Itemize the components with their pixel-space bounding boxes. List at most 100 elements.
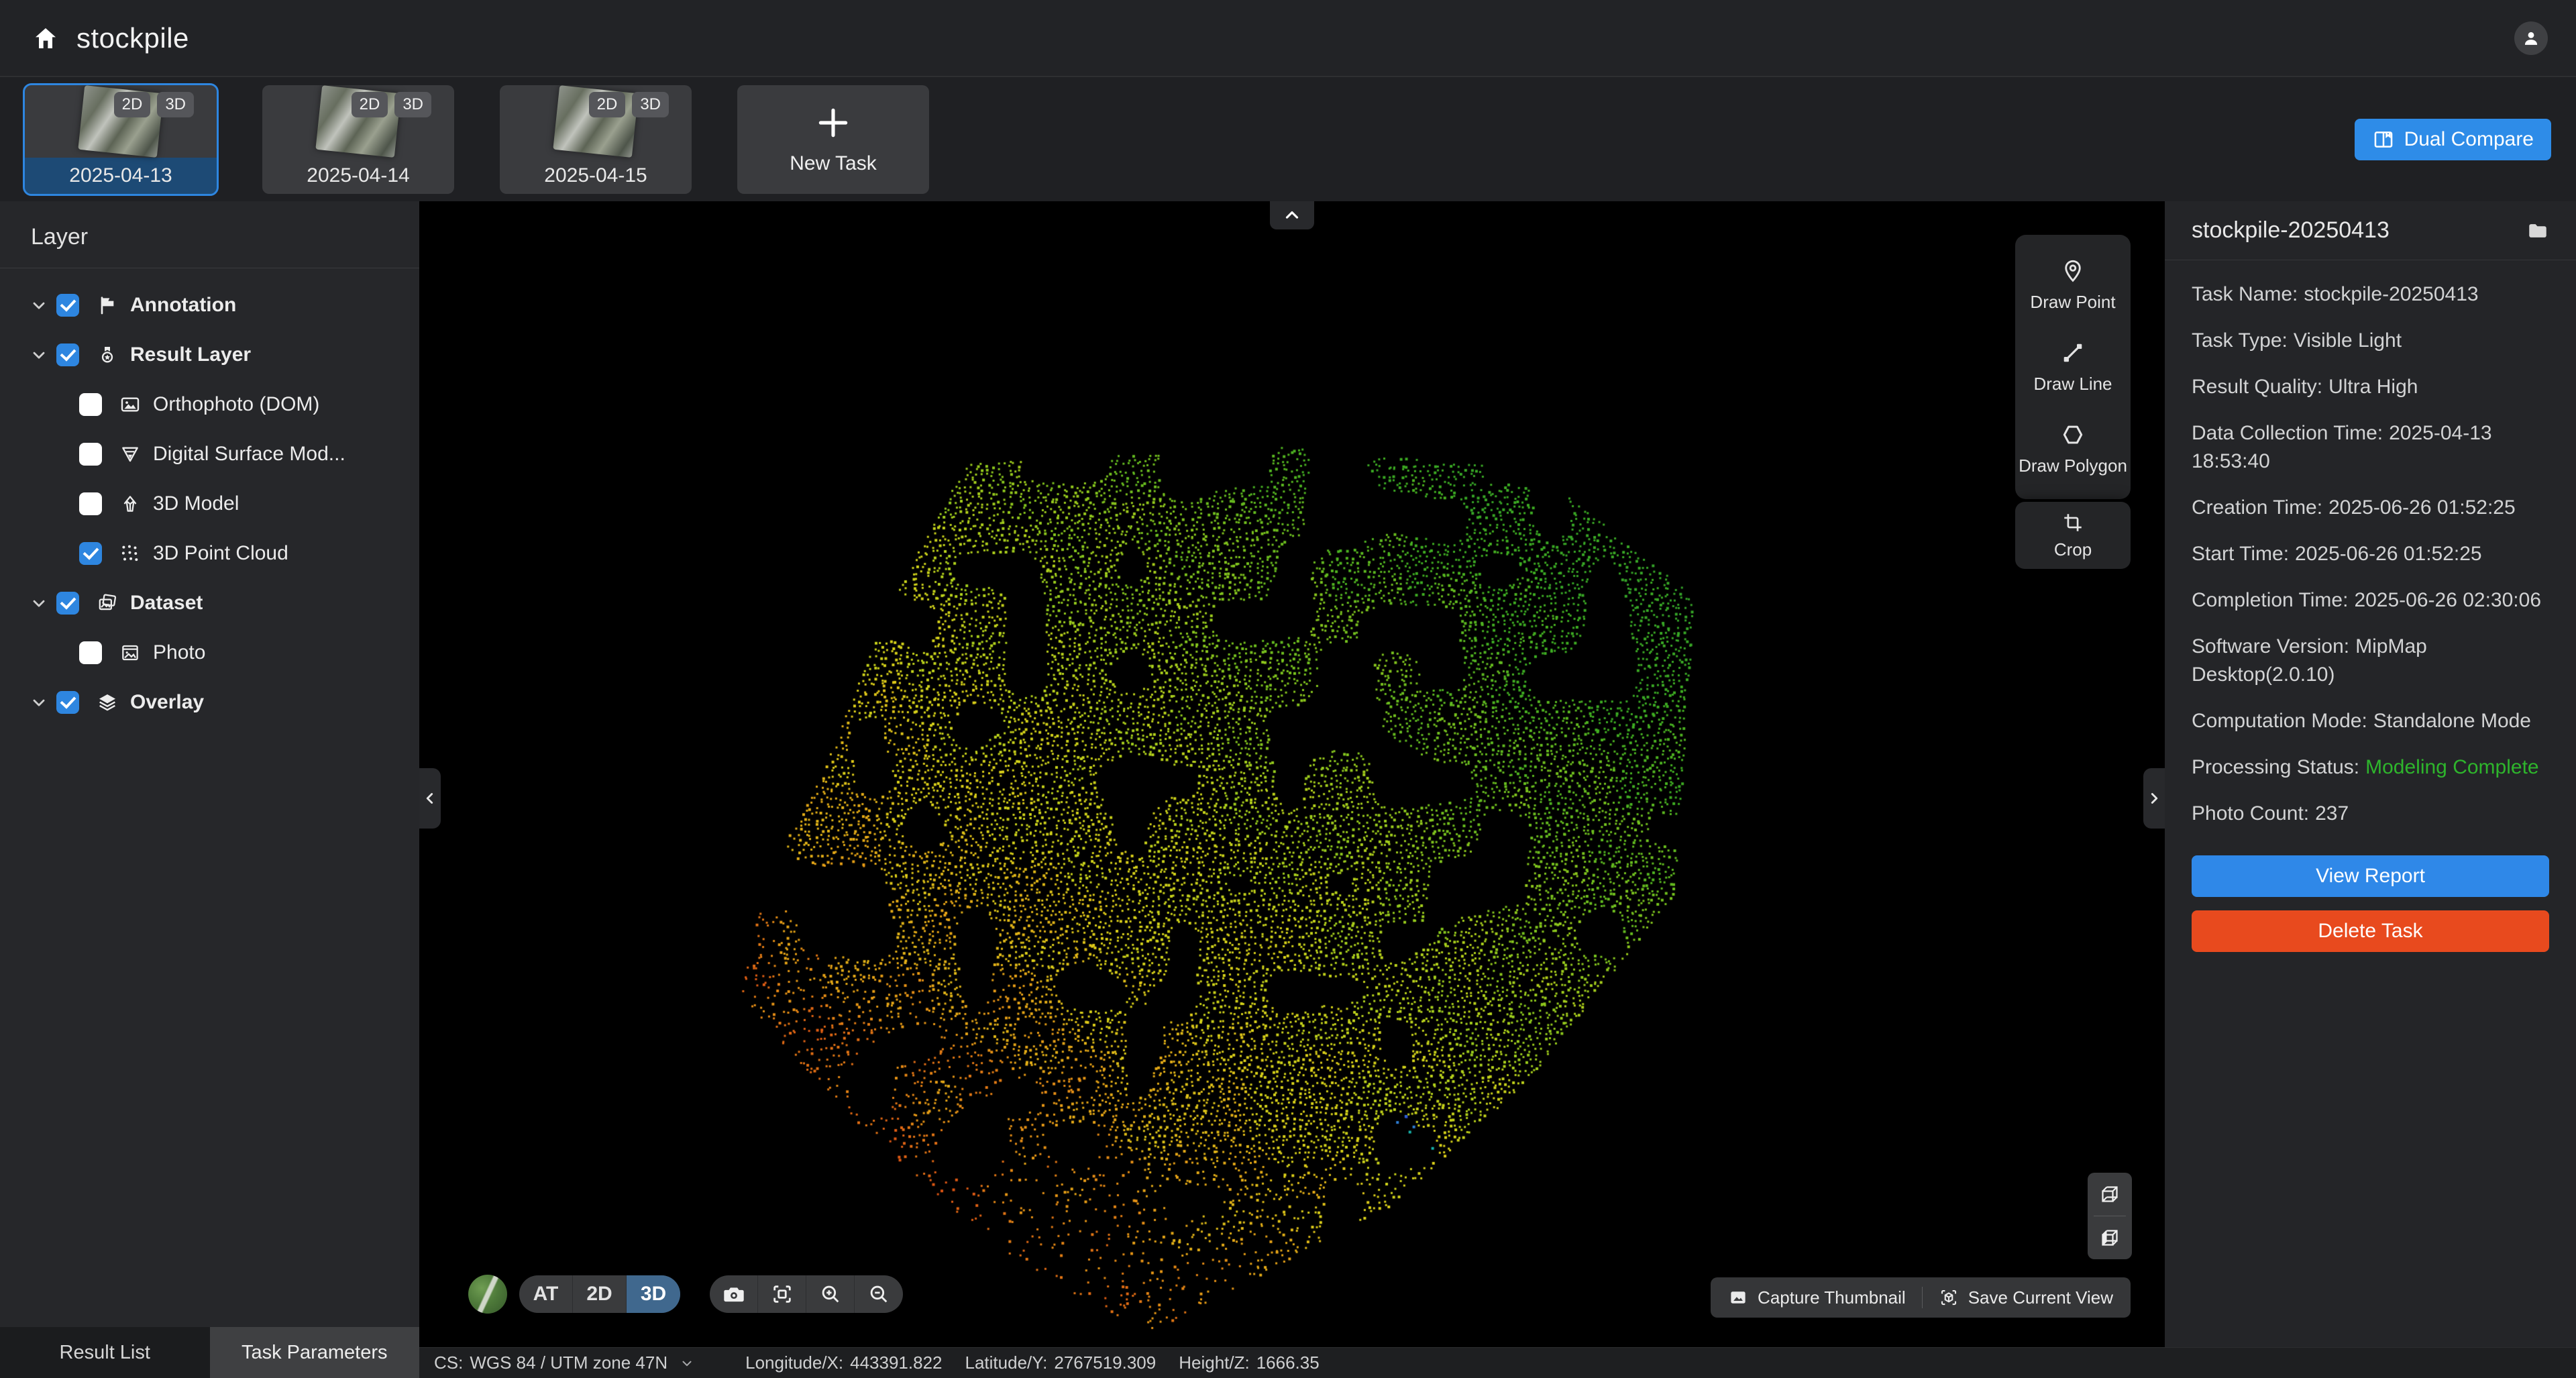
layer-item-result-layer[interactable]: Result Layer: [0, 330, 419, 380]
height-value: 1666.35: [1256, 1353, 1320, 1373]
draw-line-label: Draw Line: [2033, 374, 2112, 394]
chevron-down-icon[interactable]: [30, 346, 56, 364]
task-panel-header: stockpile-20250413: [2165, 201, 2576, 260]
screenshot-button[interactable]: [710, 1275, 758, 1313]
task-card-2025-04-13[interactable]: 2D 3D 2025-04-13: [25, 85, 217, 194]
dual-compare-button[interactable]: Dual Compare: [2355, 119, 2551, 160]
user-avatar-button[interactable]: [2514, 21, 2548, 55]
field-data-collection-time: Data Collection Time:2025-04-13 18:53:40: [2192, 419, 2549, 476]
checkbox-overlay[interactable]: [56, 691, 79, 714]
layer-item-photo[interactable]: Photo: [0, 628, 419, 678]
field-computation-mode: Computation Mode:Standalone Mode: [2192, 707, 2549, 735]
crop-icon: [2061, 511, 2084, 534]
zoom-in-icon: [819, 1283, 842, 1306]
tab-result-list[interactable]: Result List: [0, 1327, 210, 1378]
line-icon: [2060, 340, 2086, 366]
mode-at-button[interactable]: AT: [519, 1275, 573, 1313]
field-software-version: Software Version:MipMap Desktop(2.0.10): [2192, 633, 2549, 689]
layer-item-dataset[interactable]: Dataset: [0, 578, 419, 628]
layers-icon: [93, 692, 122, 713]
chevron-up-icon: [1282, 205, 1302, 225]
layer-tree: Annotation Result Layer Orthophoto (DOM): [0, 268, 419, 1327]
map-pin-icon: [2060, 258, 2086, 284]
flag-icon: [93, 295, 122, 316]
task-bar: 2D 3D 2025-04-13 2D 3D 2025-04-14 2D 3D …: [0, 77, 2576, 201]
task-card-2025-04-15[interactable]: 2D 3D 2025-04-15: [500, 85, 692, 194]
layer-item-overlay[interactable]: Overlay: [0, 678, 419, 727]
image-icon: [1728, 1287, 1748, 1308]
chevron-down-icon[interactable]: [30, 594, 56, 613]
viewer-toolbar: AT 2D 3D: [468, 1275, 903, 1314]
save-current-view-button[interactable]: Save Current View: [1939, 1287, 2113, 1308]
collapse-sidebar-button[interactable]: [419, 768, 441, 829]
task-date: 2025-04-15: [500, 158, 692, 194]
zoom-in-button[interactable]: [806, 1275, 855, 1313]
mode-2d-button[interactable]: 2D: [573, 1275, 627, 1313]
crop-label: Crop: [2054, 539, 2092, 560]
layer-label: Digital Surface Mod...: [153, 443, 345, 466]
layer-label: Orthophoto (DOM): [153, 393, 319, 416]
photo-stack-icon: [93, 592, 122, 614]
layer-item-annotation[interactable]: Annotation: [0, 280, 419, 330]
crop-button[interactable]: Crop: [2015, 502, 2131, 569]
mini-map-button[interactable]: [468, 1275, 507, 1314]
field-processing-status: Processing Status:Modeling Complete: [2192, 753, 2549, 782]
layer-item-3d-model[interactable]: 3D Model: [0, 479, 419, 529]
longitude-label: Longitude/X:: [745, 1353, 843, 1373]
chevron-down-icon[interactable]: [680, 1356, 694, 1371]
checkbox-dataset[interactable]: [56, 592, 79, 615]
task-date: 2025-04-14: [262, 158, 454, 194]
draw-polygon-button[interactable]: Draw Polygon: [2015, 408, 2131, 490]
checkbox-photo[interactable]: [79, 641, 102, 664]
tab-task-parameters[interactable]: Task Parameters: [210, 1327, 420, 1378]
layer-item-dsm[interactable]: Digital Surface Mod...: [0, 429, 419, 479]
chevron-left-icon: [421, 790, 439, 807]
mode-3d-button[interactable]: 3D: [627, 1275, 680, 1313]
collapse-taskbar-button[interactable]: [1270, 201, 1314, 229]
latitude-label: Latitude/Y:: [965, 1353, 1048, 1373]
new-task-label: New Task: [790, 152, 877, 175]
field-task-name: Task Name:stockpile-20250413: [2192, 280, 2549, 309]
solid-face-cube-icon[interactable]: [2088, 1216, 2132, 1259]
checkbox-result-layer[interactable]: [56, 343, 79, 366]
new-task-button[interactable]: New Task: [737, 85, 929, 194]
layer-label: Photo: [153, 641, 205, 664]
image-icon: [115, 394, 145, 415]
point-cloud-canvas[interactable]: [419, 201, 2165, 1347]
chevron-right-icon: [2145, 790, 2163, 807]
view-mode-switch: AT 2D 3D: [519, 1275, 680, 1313]
checkbox-3d-model[interactable]: [79, 492, 102, 515]
home-button[interactable]: [28, 21, 63, 56]
checkbox-dsm[interactable]: [79, 443, 102, 466]
collapse-right-panel-button[interactable]: [2143, 768, 2165, 829]
view-report-button[interactable]: View Report: [2192, 855, 2549, 897]
folder-icon[interactable]: [2526, 219, 2549, 242]
badge-3d: 3D: [632, 92, 669, 117]
draw-line-button[interactable]: Draw Line: [2015, 326, 2131, 408]
layer-label: 3D Point Cloud: [153, 542, 288, 565]
capture-thumbnail-button[interactable]: Capture Thumbnail: [1728, 1287, 1906, 1308]
wireframe-cube-icon[interactable]: [2088, 1173, 2132, 1216]
layer-item-orthophoto[interactable]: Orthophoto (DOM): [0, 380, 419, 429]
badge-3d: 3D: [394, 92, 431, 117]
chevron-down-icon[interactable]: [30, 693, 56, 712]
home-icon: [32, 25, 59, 52]
layer-item-3d-point-cloud[interactable]: 3D Point Cloud: [0, 529, 419, 578]
person-icon: [2522, 29, 2540, 48]
draw-point-button[interactable]: Draw Point: [2015, 244, 2131, 326]
checkbox-3d-point-cloud[interactable]: [79, 542, 102, 565]
viewer-icon-buttons: [710, 1275, 903, 1313]
layer-sidebar: Layer Annotation: [0, 201, 419, 1378]
main-area: Layer Annotation: [0, 201, 2576, 1378]
zoom-out-button[interactable]: [855, 1275, 903, 1313]
zoom-out-icon: [867, 1283, 890, 1306]
checkbox-orthophoto[interactable]: [79, 393, 102, 416]
fit-view-button[interactable]: [758, 1275, 806, 1313]
task-card-2025-04-14[interactable]: 2D 3D 2025-04-14: [262, 85, 454, 194]
chevron-down-icon[interactable]: [30, 296, 56, 315]
camera-icon: [722, 1282, 746, 1306]
delete-task-button[interactable]: Delete Task: [2192, 910, 2549, 952]
coordinate-system[interactable]: CS: WGS 84 / UTM zone 47N: [434, 1353, 694, 1373]
checkbox-annotation[interactable]: [56, 294, 79, 317]
field-task-type: Task Type:Visible Light: [2192, 327, 2549, 355]
